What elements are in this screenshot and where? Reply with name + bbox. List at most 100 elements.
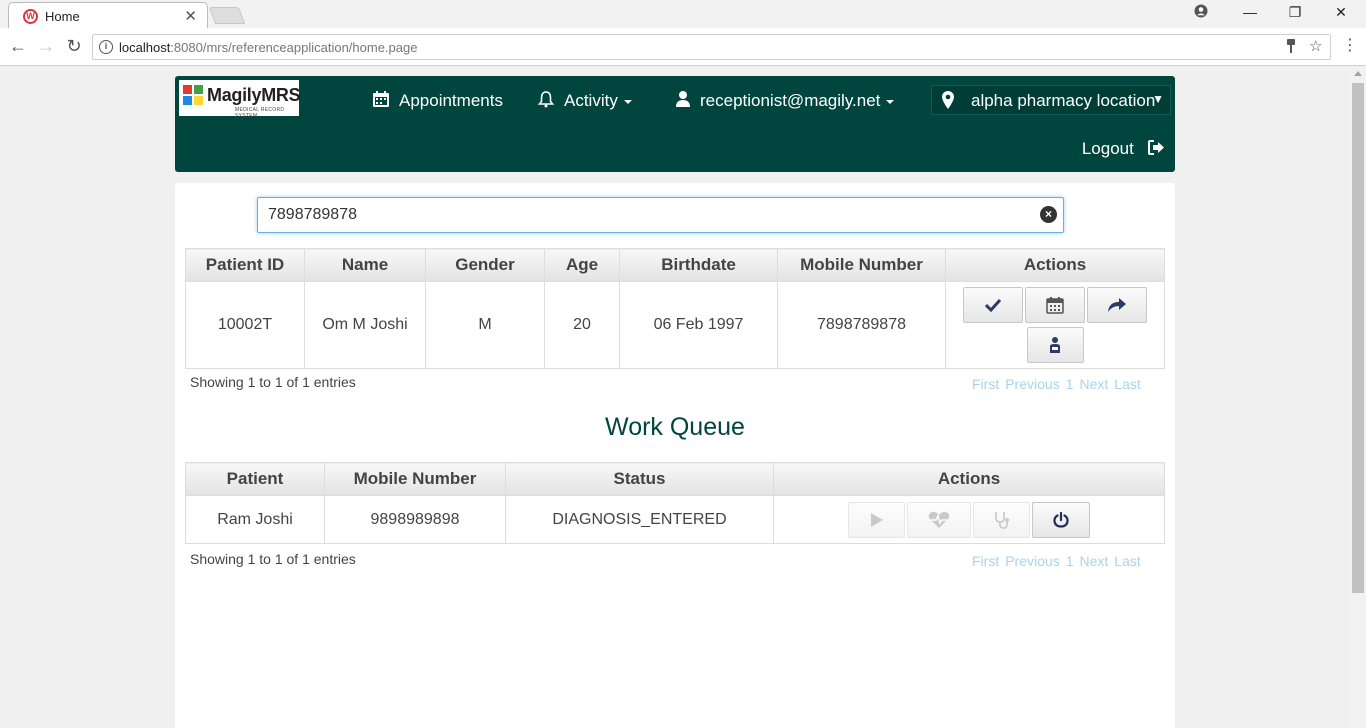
column-header-birthdate[interactable]: Birthdate bbox=[619, 248, 778, 282]
key-icon[interactable] bbox=[1285, 38, 1297, 58]
clear-search-icon[interactable]: × bbox=[1040, 206, 1057, 223]
logout-label: Logout bbox=[1081, 139, 1134, 158]
location-label: alpha pharmacy location bbox=[971, 91, 1156, 110]
patient-search[interactable]: × bbox=[257, 197, 1064, 233]
calendar-icon bbox=[1046, 297, 1064, 314]
window-close-icon[interactable]: ✕ bbox=[1331, 4, 1351, 21]
stethoscope-icon bbox=[994, 511, 1009, 529]
back-icon[interactable]: ← bbox=[8, 36, 28, 56]
queue-status-cell: DIAGNOSIS_ENTERED bbox=[505, 495, 774, 544]
dropdown-arrow-icon: ▼ bbox=[1152, 92, 1164, 106]
nav-activity[interactable]: Activity bbox=[537, 90, 632, 111]
patients-pagination: First Previous 1 Next Last bbox=[966, 376, 1141, 392]
column-header-mobile[interactable]: Mobile Number bbox=[324, 462, 506, 496]
column-header-patient[interactable]: Patient bbox=[185, 462, 325, 496]
pager-last[interactable]: Last bbox=[1114, 376, 1140, 392]
work-queue-title: Work Queue bbox=[605, 413, 745, 441]
transfer-button[interactable] bbox=[1087, 287, 1147, 323]
column-header-gender[interactable]: Gender bbox=[425, 248, 545, 282]
patient-id-cell: 10002T bbox=[185, 281, 305, 369]
profile-icon[interactable] bbox=[1191, 4, 1211, 21]
pager-page-1[interactable]: 1 bbox=[1066, 376, 1074, 392]
nav-activity-label: Activity bbox=[564, 91, 618, 110]
work-queue-pagination: First Previous 1 Next Last bbox=[966, 553, 1141, 569]
power-icon bbox=[1053, 511, 1069, 528]
reload-icon[interactable]: ↻ bbox=[64, 36, 84, 56]
share-icon bbox=[1108, 298, 1126, 312]
schedule-appointment-button[interactable] bbox=[1025, 287, 1085, 323]
pager-first[interactable]: First bbox=[972, 376, 999, 392]
nav-appointments-label: Appointments bbox=[399, 91, 503, 110]
column-header-actions: Actions bbox=[773, 462, 1165, 496]
column-header-name[interactable]: Name bbox=[304, 248, 426, 282]
column-header-patient-id[interactable]: Patient ID bbox=[185, 248, 305, 282]
table-header-row: Patient Mobile Number Status Actions bbox=[185, 462, 1165, 496]
logout-link[interactable]: Logout bbox=[1082, 139, 1165, 159]
minimize-icon[interactable]: — bbox=[1240, 4, 1260, 20]
site-info-icon[interactable]: i bbox=[99, 40, 113, 54]
column-header-age[interactable]: Age bbox=[544, 248, 620, 282]
scroll-up-arrow-icon[interactable] bbox=[1354, 71, 1362, 76]
pager-next[interactable]: Next bbox=[1079, 376, 1108, 392]
patient-name-cell: Om M Joshi bbox=[304, 281, 426, 369]
user-icon bbox=[675, 90, 691, 111]
pager-previous[interactable]: Previous bbox=[1005, 376, 1059, 392]
main-content: × Patient ID Name Gender Age Birthdate M… bbox=[175, 183, 1175, 728]
browser-tab-home[interactable]: W Home ✕ bbox=[8, 2, 208, 29]
column-header-status[interactable]: Status bbox=[505, 462, 774, 496]
nav-user-label: receptionist@magily.net bbox=[700, 91, 881, 110]
pager-previous[interactable]: Previous bbox=[1005, 553, 1059, 569]
pager-next[interactable]: Next bbox=[1079, 553, 1108, 569]
new-tab-button[interactable] bbox=[208, 7, 246, 24]
play-icon bbox=[870, 512, 883, 527]
close-tab-icon[interactable]: ✕ bbox=[184, 7, 197, 25]
forward-icon[interactable]: → bbox=[36, 36, 56, 56]
check-in-button[interactable] bbox=[963, 287, 1023, 323]
address-bar[interactable]: i localhost:8080/mrs/referenceapplicatio… bbox=[92, 34, 1331, 60]
vitals-button[interactable] bbox=[907, 501, 971, 538]
chevron-down-icon bbox=[886, 99, 895, 104]
table-header-row: Patient ID Name Gender Age Birthdate Mob… bbox=[185, 248, 1165, 282]
column-header-actions: Actions bbox=[945, 248, 1165, 282]
work-queue-table: Patient Mobile Number Status Actions Ram… bbox=[185, 462, 1165, 544]
browser-toolbar: ← → ↻ i localhost:8080/mrs/referenceappl… bbox=[0, 28, 1366, 66]
nav-appointments[interactable]: Appointments bbox=[372, 90, 503, 111]
start-visit-button[interactable] bbox=[848, 501, 905, 538]
work-queue-info-text: Showing 1 to 1 of 1 entries bbox=[190, 551, 356, 567]
restore-icon[interactable]: ❐ bbox=[1285, 4, 1305, 21]
view-patient-button[interactable] bbox=[1026, 327, 1084, 363]
sign-out-icon bbox=[1144, 140, 1165, 158]
pager-page-1[interactable]: 1 bbox=[1066, 553, 1074, 569]
browser-tab-bar: W Home ✕ — ❐ ✕ bbox=[0, 0, 1366, 29]
patients-info-text: Showing 1 to 1 of 1 entries bbox=[190, 374, 356, 390]
patient-birthdate-cell: 06 Feb 1997 bbox=[619, 281, 778, 369]
logo-text: MagilyMRS bbox=[207, 85, 301, 105]
table-row[interactable]: Ram Joshi 9898989898 DIAGNOSIS_ENTERED bbox=[185, 495, 1165, 544]
check-icon bbox=[985, 298, 1001, 312]
pager-first[interactable]: First bbox=[972, 553, 999, 569]
heart-icon bbox=[928, 511, 950, 528]
bookmark-star-icon[interactable]: ☆ bbox=[1309, 37, 1322, 55]
queue-actions-cell bbox=[773, 495, 1165, 544]
end-visit-button[interactable] bbox=[1032, 501, 1090, 538]
page-scrollbar[interactable] bbox=[1350, 67, 1366, 728]
table-row[interactable]: 10002T Om M Joshi M 20 06 Feb 1997 78987… bbox=[185, 281, 1165, 369]
logo[interactable]: MagilyMRS MEDICAL RECORD SYSTEM bbox=[179, 80, 301, 119]
browser-menu-icon[interactable]: ⋮ bbox=[1342, 36, 1358, 56]
patient-mobile-cell: 7898789878 bbox=[777, 281, 946, 369]
calendar-icon bbox=[372, 90, 390, 111]
patient-icon bbox=[1050, 337, 1060, 353]
url-text[interactable]: localhost:8080/mrs/referenceapplication/… bbox=[119, 40, 417, 55]
nav-user-menu[interactable]: receptionist@magily.net bbox=[675, 90, 895, 111]
column-header-mobile[interactable]: Mobile Number bbox=[777, 248, 946, 282]
scrollbar-thumb[interactable] bbox=[1352, 83, 1364, 593]
chevron-down-icon bbox=[623, 99, 632, 104]
patient-actions-cell bbox=[945, 281, 1165, 369]
queue-mobile-cell: 9898989898 bbox=[324, 495, 506, 544]
logo-mark-icon bbox=[183, 85, 205, 111]
pager-last[interactable]: Last bbox=[1114, 553, 1140, 569]
location-selector[interactable]: alpha pharmacy location ▼ bbox=[931, 85, 1171, 115]
consult-button[interactable] bbox=[973, 501, 1030, 538]
patient-gender-cell: M bbox=[425, 281, 545, 369]
search-input[interactable] bbox=[268, 205, 1028, 225]
